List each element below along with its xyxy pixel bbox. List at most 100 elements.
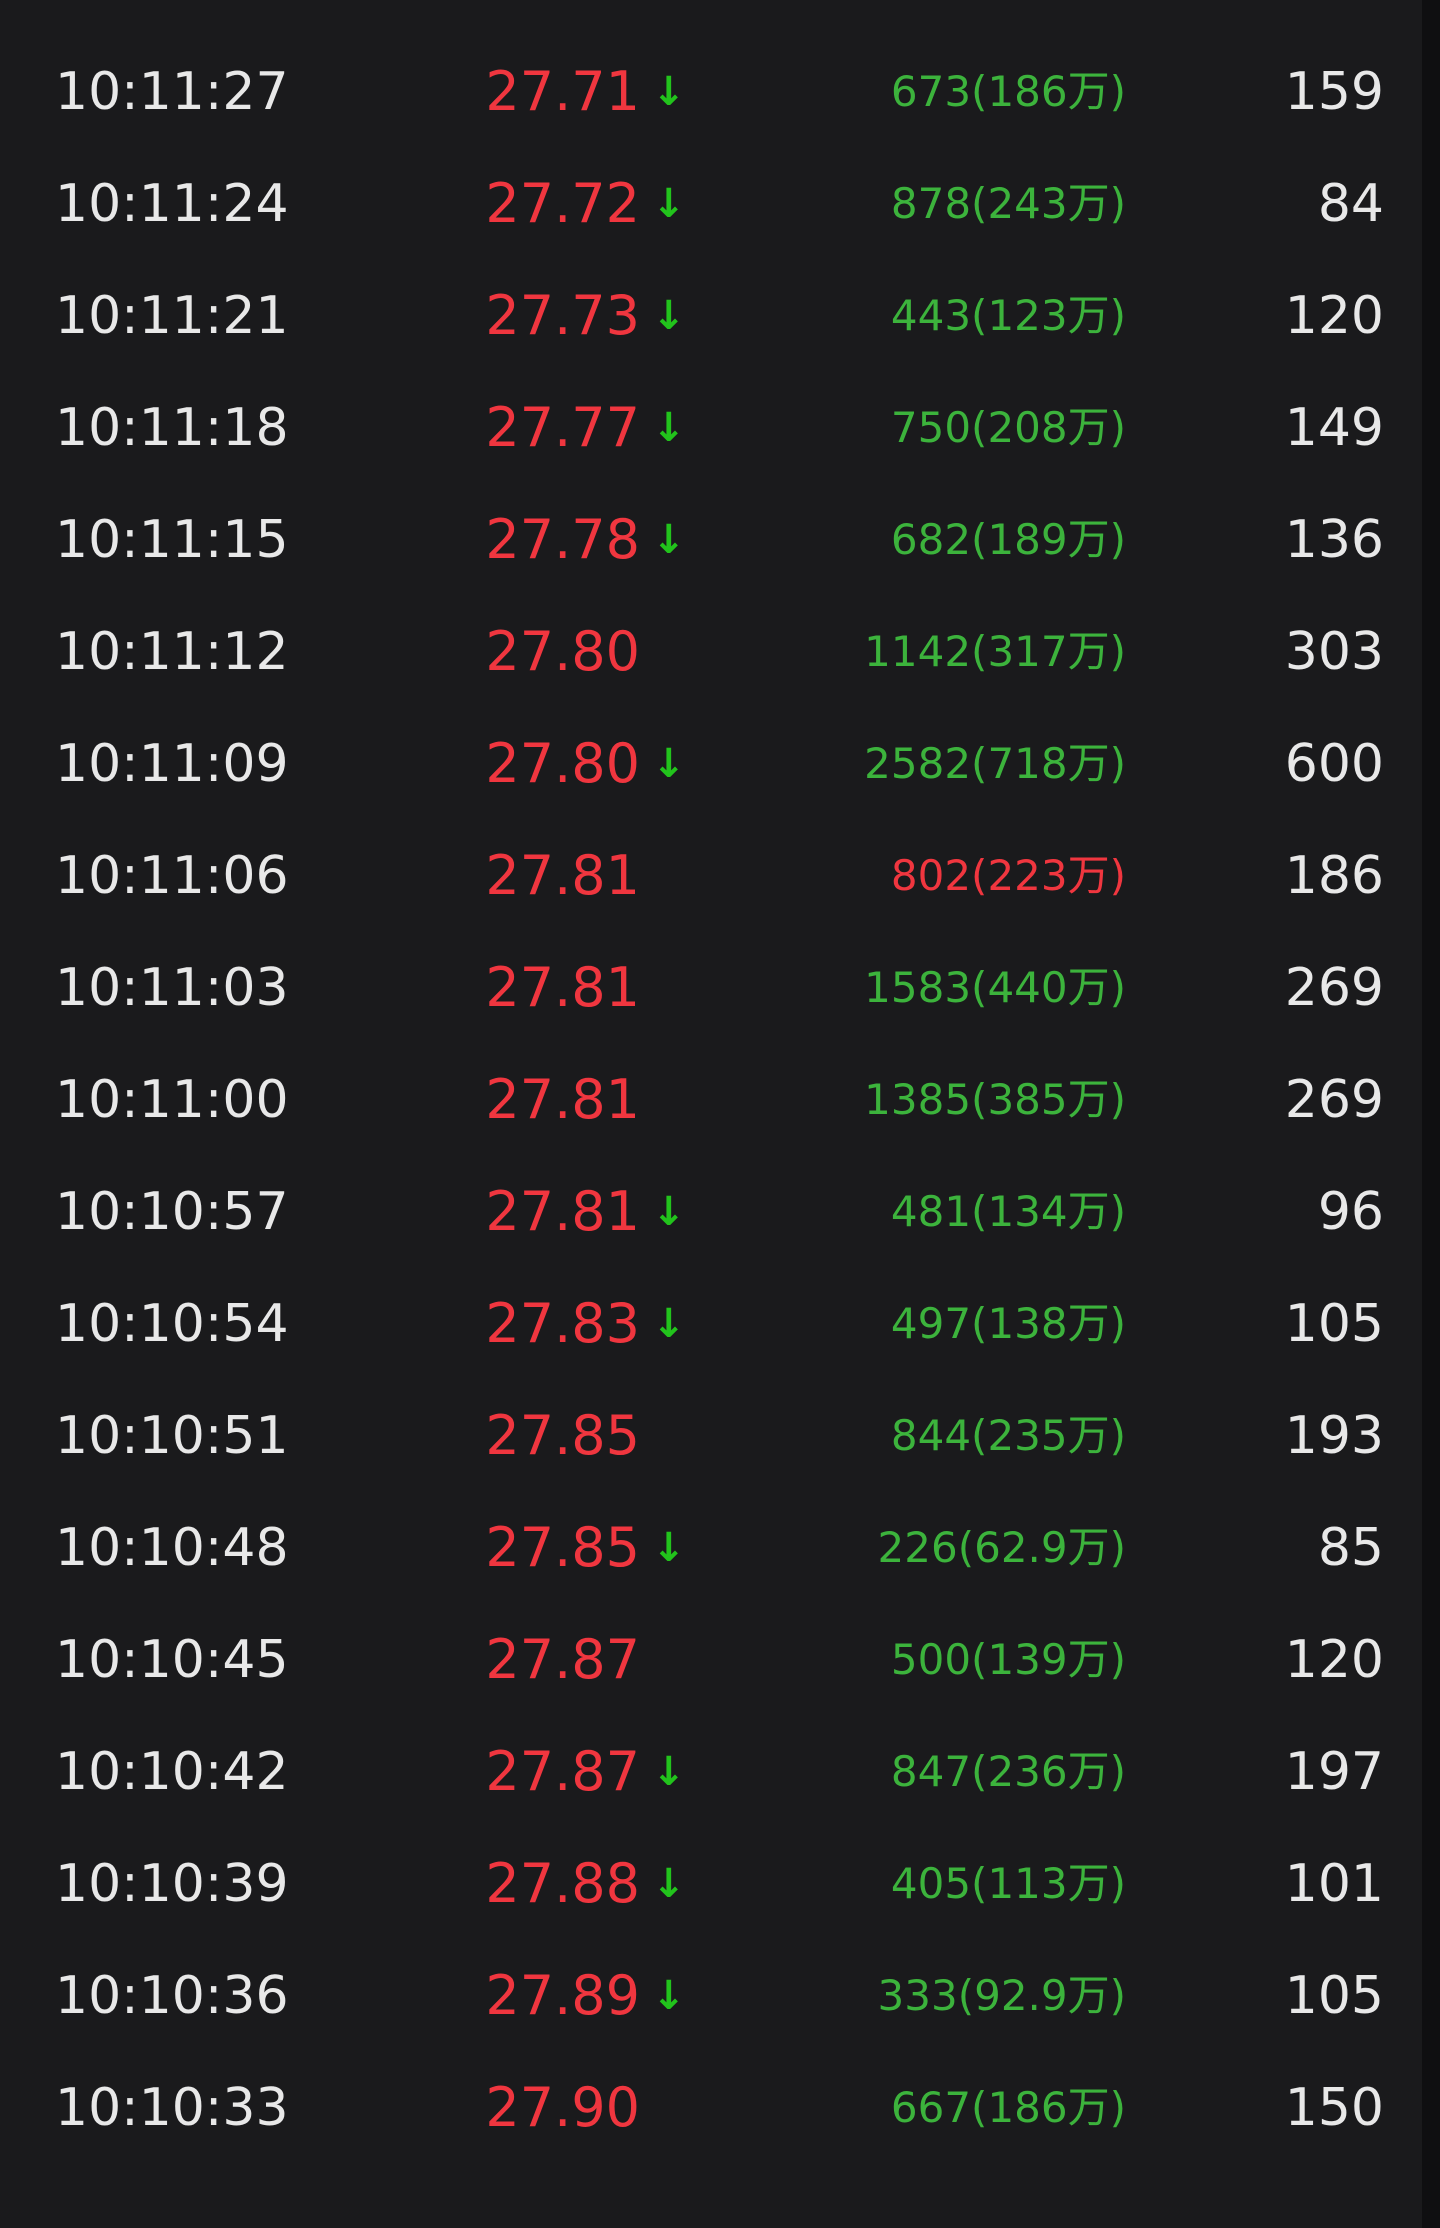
- trade-volume: 497(138万): [890, 1299, 1126, 1348]
- trade-volume: 682(189万): [890, 515, 1126, 564]
- trade-count: 120: [1284, 1630, 1384, 1690]
- trade-row: 10:11:15 27.78 ↓ 682(189万) 136: [0, 484, 1422, 596]
- trade-count: 186: [1284, 846, 1384, 906]
- trade-time: 10:10:36: [55, 1966, 289, 2026]
- trade-count: 303: [1284, 622, 1384, 682]
- trade-price: 27.83: [485, 1292, 640, 1355]
- trade-count: 159: [1284, 62, 1384, 122]
- trade-price: 27.87: [485, 1628, 640, 1691]
- trade-row: 10:10:33 27.90 667(186万) 150: [0, 2052, 1422, 2164]
- trade-time: 10:11:12: [55, 622, 289, 682]
- trade-row: 10:10:45 27.87 500(139万) 120: [0, 1604, 1422, 1716]
- trade-row: 10:11:00 27.81 1385(385万) 269: [0, 1044, 1422, 1156]
- trade-price: 27.81: [485, 844, 640, 907]
- trade-volume: 500(139万): [890, 1635, 1126, 1684]
- down-arrow-icon: ↓: [652, 1525, 686, 1571]
- trade-time: 10:11:03: [55, 958, 289, 1018]
- trade-time: 10:10:42: [55, 1742, 289, 1802]
- trade-price: 27.85: [485, 1516, 640, 1579]
- trade-time: 10:11:06: [55, 846, 289, 906]
- trade-volume: 673(186万): [890, 67, 1126, 116]
- trade-time: 10:10:39: [55, 1854, 289, 1914]
- trade-count: 269: [1284, 958, 1384, 1018]
- trade-price: 27.81: [485, 1180, 640, 1243]
- trade-time: 10:11:15: [55, 510, 289, 570]
- trade-count: 150: [1284, 2078, 1384, 2138]
- trade-row: 10:10:48 27.85 ↓ 226(62.9万) 85: [0, 1492, 1422, 1604]
- trade-time: 10:11:27: [55, 62, 289, 122]
- down-arrow-icon: ↓: [652, 69, 686, 115]
- trade-count: 85: [1317, 1518, 1384, 1578]
- down-arrow-icon: ↓: [652, 293, 686, 339]
- tick-trade-list[interactable]: 10:11:27 27.71 ↓ 673(186万) 159 10:11:24 …: [0, 36, 1422, 2164]
- trade-volume: 481(134万): [890, 1187, 1126, 1236]
- trade-count: 269: [1284, 1070, 1384, 1130]
- trade-row: 10:11:21 27.73 ↓ 443(123万) 120: [0, 260, 1422, 372]
- down-arrow-icon: ↓: [652, 1189, 686, 1235]
- trade-count: 96: [1317, 1182, 1384, 1242]
- trade-price: 27.89: [485, 1964, 640, 2027]
- trade-volume: 844(235万): [890, 1411, 1126, 1460]
- trade-count: 105: [1284, 1294, 1384, 1354]
- trade-count: 136: [1284, 510, 1384, 570]
- trade-price: 27.81: [485, 1068, 640, 1131]
- trade-row: 10:11:27 27.71 ↓ 673(186万) 159: [0, 36, 1422, 148]
- down-arrow-icon: ↓: [652, 517, 686, 563]
- down-arrow-icon: ↓: [652, 1749, 686, 1795]
- trade-count: 84: [1317, 174, 1384, 234]
- down-arrow-icon: ↓: [652, 1973, 686, 2019]
- trade-volume: 847(236万): [890, 1747, 1126, 1796]
- trade-count: 197: [1284, 1742, 1384, 1802]
- trade-row: 10:11:03 27.81 1583(440万) 269: [0, 932, 1422, 1044]
- down-arrow-icon: ↓: [652, 741, 686, 787]
- trade-price: 27.80: [485, 620, 640, 683]
- right-edge-strip: [1422, 0, 1440, 2228]
- trade-row: 10:11:12 27.80 1142(317万) 303: [0, 596, 1422, 708]
- trade-row: 10:10:51 27.85 844(235万) 193: [0, 1380, 1422, 1492]
- trade-volume: 802(223万): [890, 851, 1126, 900]
- trade-count: 149: [1284, 398, 1384, 458]
- down-arrow-icon: ↓: [652, 1301, 686, 1347]
- down-arrow-icon: ↓: [652, 1861, 686, 1907]
- trade-volume: 1142(317万): [864, 627, 1126, 676]
- trade-volume: 750(208万): [890, 403, 1126, 452]
- trade-row: 10:11:09 27.80 ↓ 2582(718万) 600: [0, 708, 1422, 820]
- trade-price: 27.85: [485, 1404, 640, 1467]
- trade-time: 10:11:21: [55, 286, 289, 346]
- trade-row: 10:11:24 27.72 ↓ 878(243万) 84: [0, 148, 1422, 260]
- trade-time: 10:11:09: [55, 734, 289, 794]
- trade-price: 27.80: [485, 732, 640, 795]
- trade-volume: 1583(440万): [864, 963, 1126, 1012]
- trade-count: 120: [1284, 286, 1384, 346]
- trade-row: 10:10:54 27.83 ↓ 497(138万) 105: [0, 1268, 1422, 1380]
- trade-volume: 2582(718万): [864, 739, 1126, 788]
- trade-volume: 667(186万): [890, 2083, 1126, 2132]
- trade-count: 600: [1284, 734, 1384, 794]
- trade-row: 10:10:42 27.87 ↓ 847(236万) 197: [0, 1716, 1422, 1828]
- trade-row: 10:10:39 27.88 ↓ 405(113万) 101: [0, 1828, 1422, 1940]
- trade-price: 27.71: [485, 60, 640, 123]
- trade-row: 10:10:57 27.81 ↓ 481(134万) 96: [0, 1156, 1422, 1268]
- trade-time: 10:11:18: [55, 398, 289, 458]
- trade-time: 10:10:33: [55, 2078, 289, 2138]
- trade-count: 105: [1284, 1966, 1384, 2026]
- trade-volume: 1385(385万): [864, 1075, 1126, 1124]
- trade-price: 27.81: [485, 956, 640, 1019]
- trade-price: 27.72: [485, 172, 640, 235]
- trade-time: 10:10:54: [55, 1294, 289, 1354]
- trade-price: 27.87: [485, 1740, 640, 1803]
- trade-row: 10:10:36 27.89 ↓ 333(92.9万) 105: [0, 1940, 1422, 2052]
- trade-price: 27.78: [485, 508, 640, 571]
- trade-price: 27.90: [485, 2076, 640, 2139]
- trade-volume: 333(92.9万): [877, 1971, 1126, 2020]
- trade-count: 193: [1284, 1406, 1384, 1466]
- trade-time: 10:11:00: [55, 1070, 289, 1130]
- trade-volume: 443(123万): [890, 291, 1126, 340]
- trade-time: 10:10:57: [55, 1182, 289, 1242]
- trade-price: 27.77: [485, 396, 640, 459]
- trade-time: 10:10:45: [55, 1630, 289, 1690]
- trade-volume: 226(62.9万): [877, 1523, 1126, 1572]
- trade-time: 10:10:51: [55, 1406, 289, 1466]
- trade-time: 10:11:24: [55, 174, 289, 234]
- trade-time: 10:10:48: [55, 1518, 289, 1578]
